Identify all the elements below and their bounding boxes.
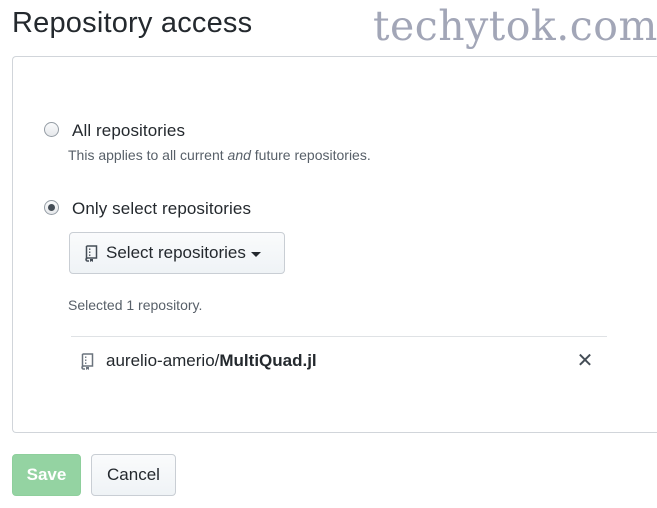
cancel-button[interactable]: Cancel xyxy=(91,454,176,496)
repo-list-item: aurelio-amerio/MultiQuad.jl ✕ xyxy=(80,348,595,374)
repo-icon xyxy=(81,352,94,370)
note-text-before: This applies to all current xyxy=(68,147,228,163)
select-repositories-label: Select repositories xyxy=(106,243,246,262)
repo-name: MultiQuad.jl xyxy=(219,351,317,370)
remove-repo-icon[interactable]: ✕ xyxy=(575,350,595,372)
select-repositories-button[interactable]: Select repositories xyxy=(69,232,285,274)
all-repositories-note: This applies to all current and future r… xyxy=(68,147,371,163)
all-repositories-label[interactable]: All repositories xyxy=(72,121,185,141)
repo-full-name: aurelio-amerio/MultiQuad.jl xyxy=(106,351,317,371)
page-title: Repository access xyxy=(12,7,253,39)
save-button[interactable]: Save xyxy=(12,454,81,496)
note-text-emphasis: and xyxy=(227,147,251,163)
repo-icon xyxy=(85,244,98,262)
only-select-repositories-radio[interactable] xyxy=(44,200,59,215)
all-repositories-radio[interactable] xyxy=(44,122,59,137)
selection-summary: Selected 1 repository. xyxy=(68,297,203,313)
watermark: techytok.com xyxy=(373,2,657,50)
repo-list-divider xyxy=(71,336,607,337)
note-text-after: future repositories. xyxy=(250,147,371,163)
only-select-repositories-label[interactable]: Only select repositories xyxy=(72,199,251,219)
repo-owner: aurelio-amerio/ xyxy=(106,351,220,370)
caret-down-icon xyxy=(250,251,261,257)
